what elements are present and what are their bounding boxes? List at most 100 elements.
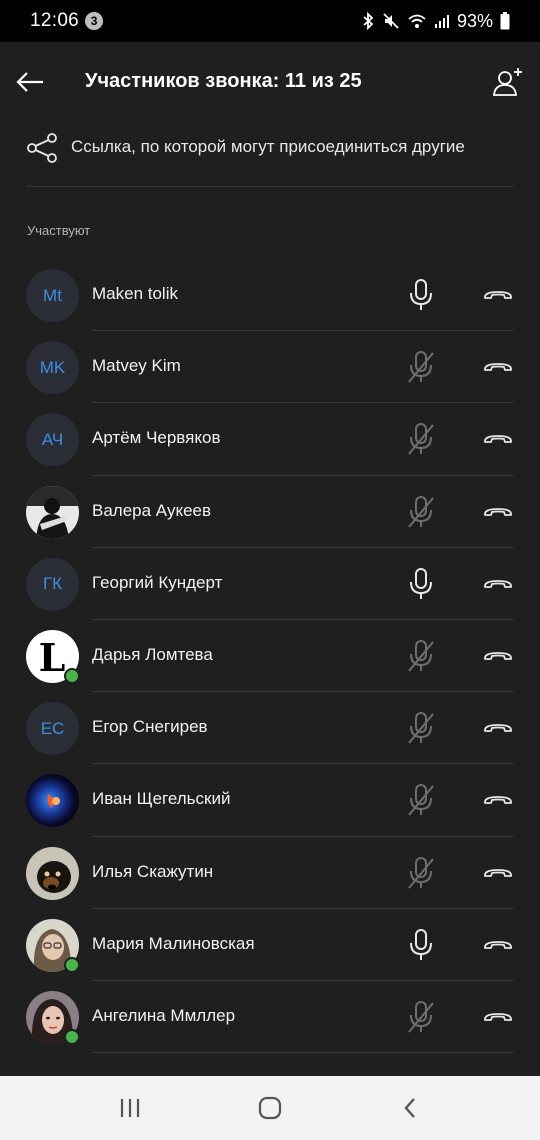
avatar-initials: АЧ xyxy=(41,429,64,449)
avatar-image xyxy=(26,774,79,828)
home-button[interactable] xyxy=(250,1092,290,1124)
status-icons: 93% xyxy=(361,11,510,32)
participant-name: Дарья Ломтева xyxy=(92,644,213,664)
participant-row[interactable]: Ангелина Ммллер xyxy=(0,981,540,1054)
share-icon xyxy=(27,133,57,163)
microphone-muted-icon[interactable] xyxy=(402,420,440,458)
system-nav-bar xyxy=(0,1076,540,1140)
participant-row[interactable]: ГК Георгий Кундерт xyxy=(0,548,540,620)
avatar xyxy=(26,918,80,973)
section-label: Участвуют xyxy=(27,223,91,238)
hang-up-icon[interactable] xyxy=(480,279,516,311)
signal-icon xyxy=(434,15,449,28)
avatar-image: MK xyxy=(26,341,79,394)
participant-row[interactable]: Mt Maken tolik xyxy=(0,259,540,332)
participant-row[interactable]: Мария Малиновская xyxy=(0,909,540,981)
wifi-icon xyxy=(408,14,426,28)
participant-list: Mt Maken tolik MK Matvey Kim АЧ Артём Червяко… xyxy=(0,259,540,1054)
participant-row[interactable]: АЧ Артём Червяков xyxy=(0,403,540,476)
avatar: ЕС xyxy=(26,702,79,756)
microphone-icon[interactable] xyxy=(402,276,440,314)
avatar xyxy=(26,774,79,828)
avatar xyxy=(26,990,80,1045)
add-person-icon xyxy=(493,68,522,96)
hang-up-icon[interactable] xyxy=(480,857,516,889)
notification-count-badge: 3 xyxy=(85,12,104,30)
avatar-initials: ЕС xyxy=(40,718,65,738)
status-bar: 12:06 3 93% xyxy=(0,0,540,42)
hang-up-icon[interactable] xyxy=(480,423,516,455)
avatar xyxy=(26,846,79,900)
avatar-image: ГК xyxy=(26,558,79,611)
microphone-muted-icon[interactable] xyxy=(402,637,440,675)
divider xyxy=(26,186,514,187)
nav-back-icon xyxy=(404,1098,415,1118)
app-header: Участников звонка: 11 из 25 xyxy=(0,42,540,122)
battery-icon xyxy=(500,12,510,30)
microphone-muted-icon[interactable] xyxy=(402,348,440,386)
avatar: Mt xyxy=(26,269,79,322)
online-indicator xyxy=(64,956,80,973)
hang-up-icon[interactable] xyxy=(480,712,516,744)
recents-icon xyxy=(120,1099,140,1117)
participant-name: Илья Скажутин xyxy=(92,861,214,881)
recents-button[interactable] xyxy=(110,1092,150,1124)
add-participant-button[interactable] xyxy=(488,62,528,102)
microphone-muted-icon[interactable] xyxy=(402,998,440,1036)
battery-percent: 93% xyxy=(456,10,493,31)
avatar: L xyxy=(26,629,80,684)
avatar-initials: Mt xyxy=(43,285,62,305)
participant-name: Maken tolik xyxy=(92,284,178,303)
participant-name: Егор Снегирев xyxy=(92,717,208,737)
hang-up-icon[interactable] xyxy=(480,496,516,528)
divider xyxy=(92,1052,514,1054)
participant-row[interactable]: ЕС Егор Снегирев xyxy=(0,692,540,765)
microphone-icon[interactable] xyxy=(402,926,440,964)
hang-up-icon[interactable] xyxy=(480,929,516,961)
svg-text:L: L xyxy=(39,635,66,680)
participant-row[interactable]: L Дарья Ломтева xyxy=(0,620,540,693)
avatar-initials: MK xyxy=(39,357,66,377)
microphone-icon[interactable] xyxy=(402,565,440,603)
mute-icon xyxy=(383,13,399,29)
avatar-image: Mt xyxy=(26,269,79,322)
avatar: АЧ xyxy=(26,413,79,467)
back-button[interactable] xyxy=(12,64,48,100)
participant-name: Валера Аукеев xyxy=(92,500,212,520)
avatar-initials: ГК xyxy=(42,574,63,594)
avatar xyxy=(26,485,79,539)
home-icon xyxy=(258,1096,282,1120)
microphone-muted-icon[interactable] xyxy=(402,854,440,892)
page-title: Участников звонка: 11 из 25 xyxy=(85,70,362,92)
hang-up-icon[interactable] xyxy=(480,640,516,672)
participant-row[interactable]: MK Matvey Kim xyxy=(0,331,540,404)
invite-link-label: Ссылка, по которой могут присоединиться … xyxy=(71,137,465,156)
microphone-muted-icon[interactable] xyxy=(402,493,440,531)
participant-name: Георгий Кундерт xyxy=(92,572,223,592)
microphone-muted-icon[interactable] xyxy=(402,709,440,747)
online-indicator xyxy=(64,1028,80,1045)
participant-name: Артём Червяков xyxy=(92,428,221,448)
participant-row[interactable]: Иван Щегельский xyxy=(0,764,540,837)
arrow-left-icon xyxy=(16,72,43,92)
hang-up-icon[interactable] xyxy=(480,568,516,600)
participant-row[interactable]: Валера Аукеев xyxy=(0,476,540,548)
participant-name: Ангелина Ммллер xyxy=(92,1005,236,1025)
avatar: ГК xyxy=(26,557,79,611)
avatar-image: ЕС xyxy=(26,702,79,755)
avatar: MK xyxy=(26,341,79,395)
participant-name: Иван Щегельский xyxy=(92,789,231,809)
microphone-muted-icon[interactable] xyxy=(402,781,440,819)
hang-up-icon[interactable] xyxy=(480,784,516,816)
nav-back-button[interactable] xyxy=(390,1092,430,1124)
avatar-image xyxy=(26,485,79,539)
participant-row[interactable]: Илья Скажутин xyxy=(0,837,540,909)
participant-name: Мария Малиновская xyxy=(92,933,255,953)
hang-up-icon[interactable] xyxy=(480,1001,516,1033)
hang-up-icon[interactable] xyxy=(480,351,516,383)
avatar-image: АЧ xyxy=(26,413,79,466)
online-indicator xyxy=(64,667,80,684)
status-time: 12:06 xyxy=(30,10,80,31)
invite-link-row[interactable]: Ссылка, по которой могут присоединиться … xyxy=(0,122,540,186)
bluetooth-icon xyxy=(363,12,374,30)
